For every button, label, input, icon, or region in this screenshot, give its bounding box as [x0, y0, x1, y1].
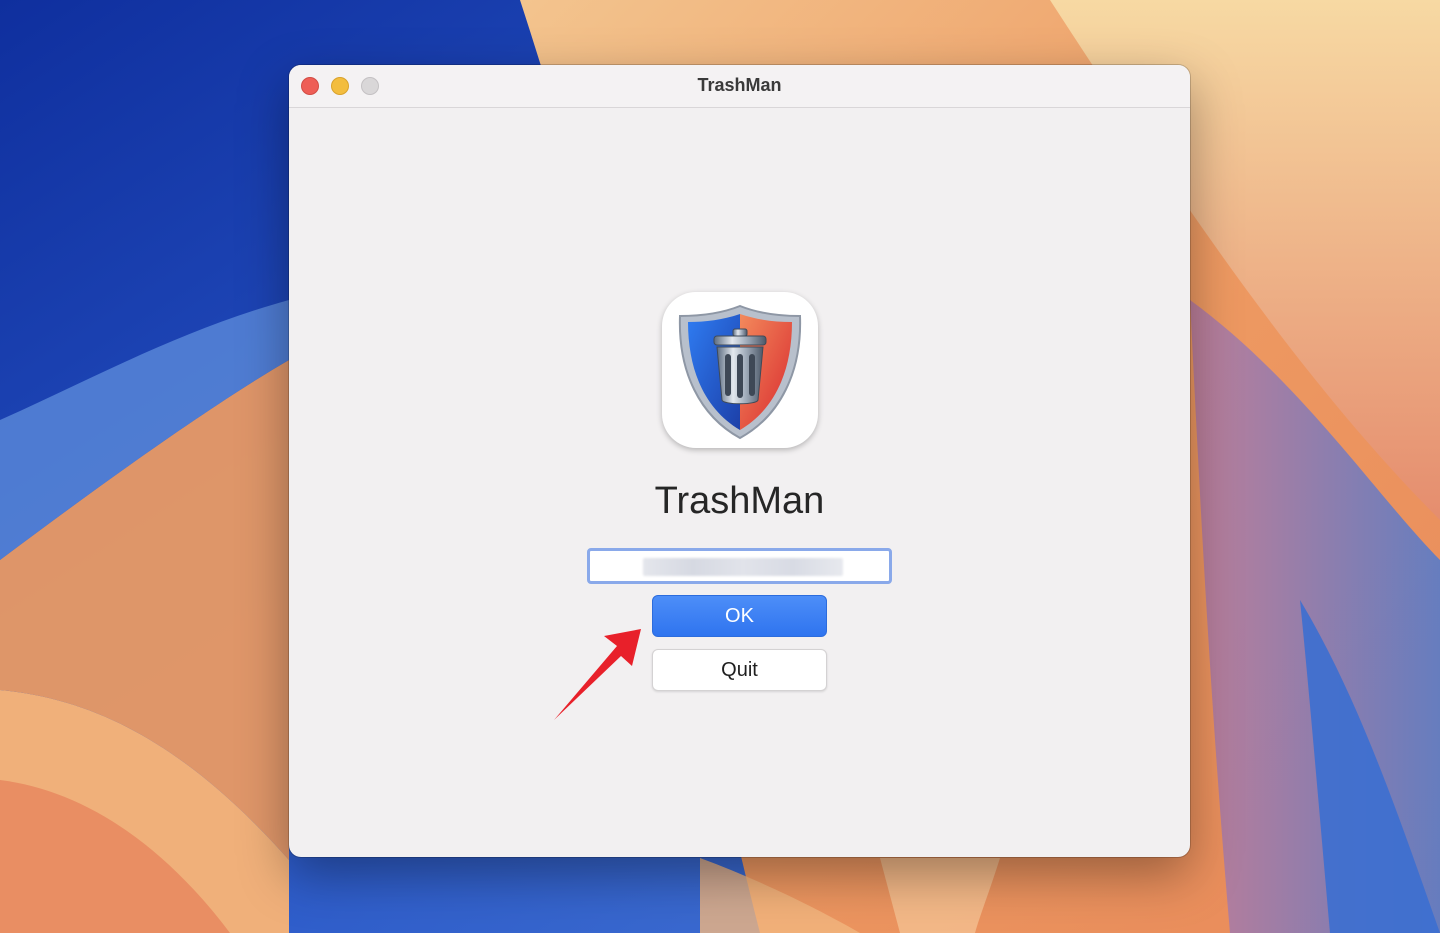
desktop: TrashMan TrashMan OK Quit — [0, 0, 1440, 933]
red-arrow-annotation-icon — [554, 629, 641, 720]
